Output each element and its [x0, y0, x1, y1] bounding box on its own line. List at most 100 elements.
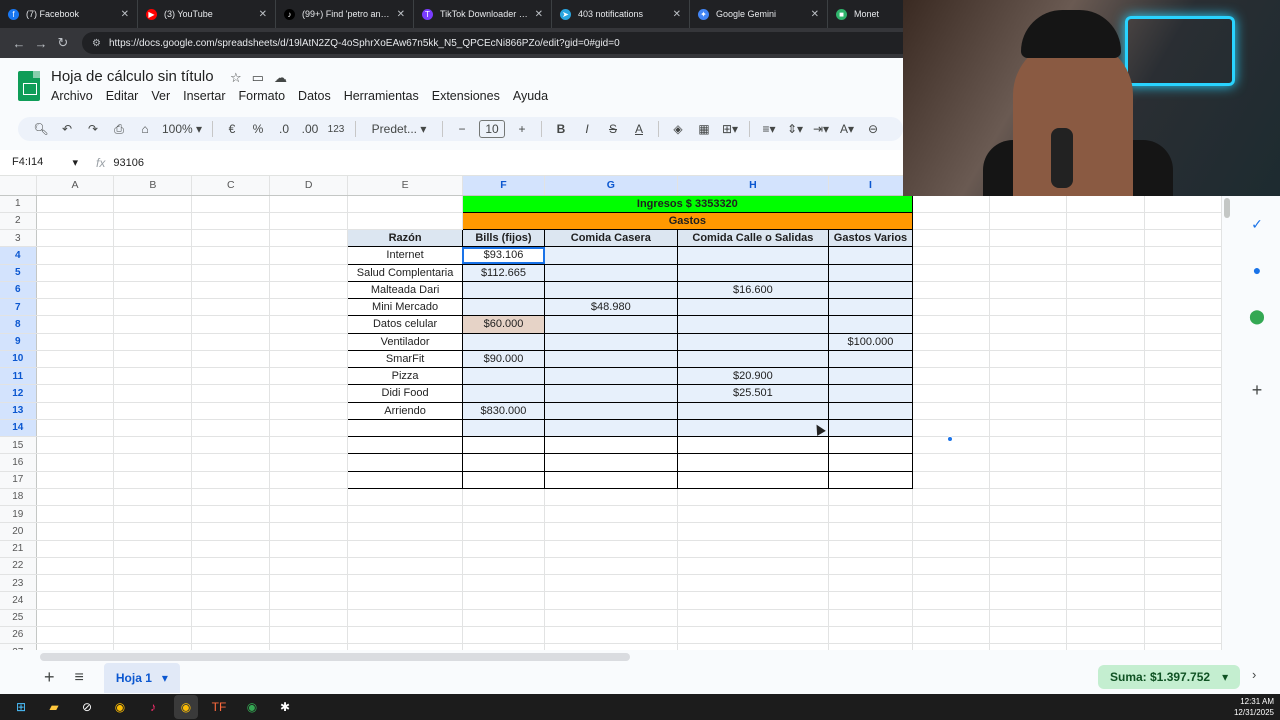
cell[interactable] — [269, 505, 349, 524]
font-size-input[interactable]: 10 — [479, 120, 505, 138]
cell[interactable] — [191, 246, 271, 265]
cell[interactable] — [113, 626, 193, 645]
cell[interactable] — [347, 453, 463, 472]
reload-icon[interactable]: ↻ — [52, 35, 74, 51]
capcut-icon[interactable]: ⊘ — [75, 695, 99, 719]
cell[interactable] — [1066, 333, 1145, 351]
cell[interactable] — [1144, 540, 1222, 558]
cell[interactable] — [191, 453, 271, 472]
cell[interactable] — [191, 626, 271, 645]
cell[interactable] — [462, 557, 546, 576]
cell[interactable]: Salud Complentaria — [347, 263, 463, 282]
cell[interactable] — [269, 574, 349, 593]
cell[interactable] — [191, 540, 271, 558]
text-color-icon[interactable]: A — [626, 122, 652, 136]
cell[interactable] — [989, 229, 1068, 248]
cell[interactable] — [113, 471, 193, 489]
cell[interactable] — [191, 264, 271, 282]
cell[interactable] — [191, 402, 271, 420]
cell[interactable] — [36, 195, 115, 213]
search-menus-icon[interactable]: 🔍︎ — [28, 122, 54, 136]
cell[interactable] — [1066, 557, 1145, 576]
cell[interactable] — [989, 367, 1068, 386]
cell[interactable] — [269, 471, 349, 489]
cell[interactable] — [828, 626, 913, 645]
cell[interactable] — [828, 366, 913, 386]
vertical-align-icon[interactable]: ⇕▾ — [782, 122, 808, 136]
cell[interactable] — [191, 298, 271, 317]
cell[interactable] — [677, 591, 830, 610]
column-header[interactable]: C — [191, 176, 271, 196]
cell[interactable] — [544, 263, 678, 282]
cell[interactable] — [828, 522, 913, 541]
column-header[interactable]: H — [677, 176, 830, 196]
cell[interactable] — [36, 488, 115, 507]
cell[interactable] — [36, 540, 115, 558]
row-header[interactable]: 4 — [0, 246, 37, 265]
cell[interactable]: Bills (fijos) — [461, 228, 546, 248]
row-header[interactable]: 8 — [0, 315, 37, 334]
cell[interactable] — [1066, 574, 1145, 593]
cell[interactable] — [269, 488, 349, 507]
cell[interactable] — [269, 195, 349, 213]
cell[interactable] — [677, 643, 830, 650]
cell[interactable] — [828, 574, 913, 593]
forward-icon[interactable]: → — [30, 36, 52, 51]
cell[interactable] — [269, 315, 349, 334]
file-explorer-icon[interactable]: ▰ — [42, 695, 66, 719]
expenses-header-cell[interactable]: Gastos — [461, 211, 913, 231]
name-box[interactable]: F4:I14 ▾ — [0, 156, 84, 169]
cell[interactable] — [1144, 574, 1222, 593]
cell[interactable] — [113, 591, 193, 610]
cell[interactable] — [989, 298, 1068, 317]
cell[interactable] — [1066, 246, 1145, 265]
cell[interactable]: Gastos Varios — [828, 228, 913, 248]
cell[interactable] — [544, 366, 678, 386]
cell[interactable] — [544, 384, 678, 403]
cell[interactable] — [462, 626, 546, 645]
cell[interactable] — [676, 332, 830, 351]
cell[interactable] — [912, 574, 991, 593]
cell[interactable] — [269, 609, 349, 627]
back-icon[interactable]: ← — [8, 36, 30, 51]
cell[interactable] — [828, 505, 913, 524]
cell[interactable]: Didi Food — [347, 384, 463, 403]
print-icon[interactable]: ⎙ — [106, 122, 132, 137]
cell[interactable] — [828, 349, 913, 369]
cell[interactable] — [1066, 488, 1145, 507]
cell[interactable] — [269, 402, 349, 420]
sheets-logo-icon[interactable] — [18, 71, 40, 101]
cell[interactable]: Internet — [347, 246, 463, 265]
cell[interactable] — [912, 453, 991, 472]
cell[interactable] — [1144, 298, 1222, 317]
cell[interactable] — [1144, 453, 1222, 472]
cell[interactable] — [269, 350, 349, 369]
cell[interactable] — [269, 298, 349, 317]
cell[interactable] — [191, 229, 271, 248]
menu-item[interactable]: Insertar — [183, 89, 225, 103]
cell[interactable] — [1144, 643, 1222, 650]
cell[interactable] — [989, 557, 1068, 576]
cell[interactable] — [676, 349, 830, 369]
cell[interactable] — [544, 609, 678, 627]
cell[interactable] — [36, 402, 115, 420]
menu-item[interactable]: Extensiones — [432, 89, 500, 103]
cell[interactable] — [191, 522, 271, 541]
column-header[interactable]: A — [36, 176, 115, 196]
cell[interactable] — [36, 419, 115, 438]
chrome-active-icon[interactable]: ◉ — [174, 695, 198, 719]
cell[interactable] — [36, 453, 115, 472]
cell[interactable] — [989, 522, 1068, 541]
horizontal-align-icon[interactable]: ≡▾ — [756, 122, 782, 136]
cell[interactable] — [989, 315, 1068, 334]
cell[interactable] — [347, 212, 463, 231]
cell[interactable] — [912, 333, 991, 351]
cell[interactable] — [544, 591, 678, 610]
row-header[interactable]: 1 — [0, 195, 37, 213]
cell[interactable] — [544, 522, 678, 541]
cell[interactable] — [989, 574, 1068, 593]
cell[interactable]: Arriendo — [347, 401, 463, 420]
cell[interactable] — [912, 402, 991, 420]
row-header[interactable]: 14 — [0, 419, 37, 438]
menu-item[interactable]: Editar — [106, 89, 139, 103]
